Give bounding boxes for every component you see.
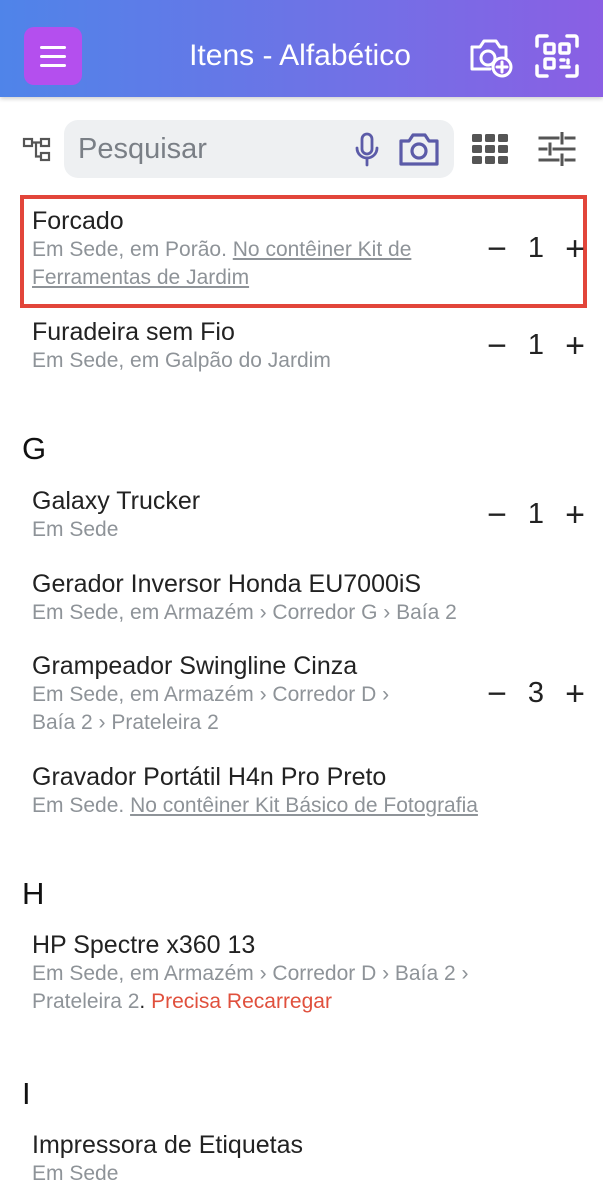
search-toolbar xyxy=(0,118,603,180)
grid-view-icon[interactable] xyxy=(471,133,509,165)
item-location: Em Sede, em Galpão do Jardim xyxy=(32,349,331,372)
item-location: Em Sede xyxy=(32,518,119,541)
item-name: HP Spectre x360 13 xyxy=(32,931,256,959)
search-input[interactable] xyxy=(78,128,338,170)
item-name: Gerador Inversor Honda EU7000iS xyxy=(32,570,422,598)
list-item[interactable]: Gravador Portátil H4n Pro Preto Em Sede.… xyxy=(32,762,572,820)
item-location: Em Sede xyxy=(32,1162,119,1185)
quantity-value: 1 xyxy=(527,498,545,530)
section-header: H xyxy=(22,876,45,911)
hamburger-menu-icon xyxy=(40,45,66,49)
status-badge: Precisa Recarregar xyxy=(151,990,332,1013)
item-location: Em Sede. No contêiner Kit Básico de Foto… xyxy=(32,794,478,817)
microphone-icon[interactable] xyxy=(354,132,380,168)
list-item[interactable]: Impressora de Etiquetas Em Sede xyxy=(32,1130,572,1188)
item-location: Em Sede, em Porão. No contêiner Kit de F… xyxy=(32,238,412,289)
hierarchy-icon[interactable] xyxy=(22,136,52,164)
section-header: G xyxy=(22,431,47,466)
camera-add-icon[interactable] xyxy=(468,33,514,79)
item-location: Em Sede, em Armazém › Corredor D › Baía … xyxy=(32,962,469,1013)
increment-button[interactable]: + xyxy=(561,232,589,266)
quantity-value: 1 xyxy=(527,232,545,264)
increment-button[interactable]: + xyxy=(561,677,589,711)
quantity-stepper: − 1 + xyxy=(483,498,589,532)
page-title: Itens - Alfabético xyxy=(189,39,411,72)
search-box xyxy=(64,120,454,178)
camera-icon[interactable] xyxy=(398,130,440,168)
item-name: Gravador Portátil H4n Pro Preto xyxy=(32,763,387,791)
app-bar: Itens - Alfabético xyxy=(0,0,603,97)
item-location: Em Sede, em Armazém › Corredor G › Baía … xyxy=(32,601,457,624)
decrement-button[interactable]: − xyxy=(483,232,511,266)
menu-button[interactable] xyxy=(24,27,82,85)
quantity-stepper: − 1 + xyxy=(483,329,589,363)
decrement-button[interactable]: − xyxy=(483,498,511,532)
item-name: Impressora de Etiquetas xyxy=(32,1131,303,1159)
qr-scan-icon[interactable] xyxy=(534,33,580,79)
list-item[interactable]: Gerador Inversor Honda EU7000iS Em Sede,… xyxy=(32,569,572,627)
decrement-button[interactable]: − xyxy=(483,677,511,711)
sliders-filter-icon[interactable] xyxy=(538,131,576,167)
container-link[interactable]: No contêiner Kit Básico de Fotografia xyxy=(130,794,478,817)
increment-button[interactable]: + xyxy=(561,498,589,532)
section-header: I xyxy=(22,1076,31,1111)
list-item[interactable]: HP Spectre x360 13 Em Sede, em Armazém ›… xyxy=(32,930,572,1016)
quantity-stepper: − 3 + xyxy=(483,677,589,711)
quantity-value: 1 xyxy=(527,329,545,361)
quantity-value: 3 xyxy=(527,677,545,709)
decrement-button[interactable]: − xyxy=(483,329,511,363)
increment-button[interactable]: + xyxy=(561,329,589,363)
item-location: Em Sede, em Armazém › Corredor D › Baía … xyxy=(32,683,390,734)
quantity-stepper: − 1 + xyxy=(483,232,589,266)
